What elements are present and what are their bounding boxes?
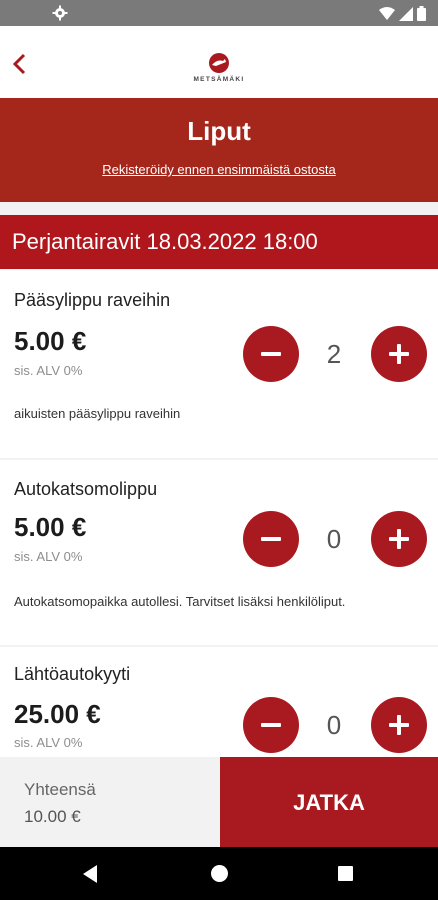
chevron-left-icon[interactable] bbox=[8, 52, 32, 76]
system-navigation-bar bbox=[0, 847, 438, 900]
decrease-quantity-button[interactable] bbox=[243, 697, 299, 753]
ticket-item: Autokatsomolippu 5.00 € sis. ALV 0% 0 Au… bbox=[0, 460, 438, 645]
system-icons bbox=[379, 6, 426, 21]
total-label: Yhteensä bbox=[24, 780, 96, 799]
decrease-quantity-button[interactable] bbox=[243, 511, 299, 567]
metsamaki-logo: METSÄMÄKI bbox=[184, 52, 254, 88]
recents-square-icon[interactable] bbox=[338, 866, 353, 881]
ticket-price: 25.00 € bbox=[14, 699, 101, 729]
home-circle-icon[interactable] bbox=[211, 865, 228, 882]
increase-quantity-button[interactable] bbox=[371, 511, 427, 567]
battery-icon bbox=[417, 6, 426, 21]
ticket-description: aikuisten pääsylippu raveihin bbox=[14, 406, 181, 421]
status-bar bbox=[0, 0, 438, 26]
hero-banner: Liput Rekisteröidy ennen ensimmäistä ost… bbox=[0, 98, 438, 202]
ticket-description: Autokatsomopaikka autollesi. Tarvitset l… bbox=[14, 594, 346, 609]
logo-wordmark: METSÄMÄKI bbox=[193, 76, 245, 83]
ticket-vat: sis. ALV 0% bbox=[14, 735, 83, 750]
back-triangle-icon[interactable] bbox=[83, 865, 97, 883]
app-bar: METSÄMÄKI bbox=[0, 26, 438, 98]
ticket-quantity: 0 bbox=[326, 710, 342, 740]
ticket-quantity: 2 bbox=[326, 339, 342, 369]
ticket-item: Pääsylippu raveihin 5.00 € sis. ALV 0% 2… bbox=[0, 270, 438, 458]
gear-icon bbox=[52, 5, 68, 21]
signal-icon bbox=[399, 6, 413, 21]
ticket-name: Lähtöautokyyti bbox=[14, 664, 131, 684]
increase-quantity-button[interactable] bbox=[371, 697, 427, 753]
continue-button[interactable]: JATKA bbox=[220, 757, 438, 847]
page-title: Liput bbox=[187, 116, 251, 146]
order-total: Yhteensä 10.00 € bbox=[0, 757, 220, 847]
decrease-quantity-button[interactable] bbox=[243, 326, 299, 382]
continue-label: JATKA bbox=[293, 790, 365, 815]
ticket-quantity: 0 bbox=[326, 524, 342, 554]
ticket-price: 5.00 € bbox=[14, 326, 87, 356]
wifi-icon bbox=[379, 6, 395, 20]
tickets-screen: METSÄMÄKI Liput Rekisteröidy ennen ensim… bbox=[0, 0, 438, 900]
ticket-name: Pääsylippu raveihin bbox=[14, 290, 171, 310]
logo-emblem-icon bbox=[209, 53, 229, 73]
event-title: Perjantairavit 18.03.2022 18:00 bbox=[12, 229, 318, 254]
total-value: 10.00 € bbox=[24, 807, 81, 826]
ticket-price: 5.00 € bbox=[14, 512, 87, 542]
ticket-vat: sis. ALV 0% bbox=[14, 549, 83, 564]
minus-icon bbox=[261, 723, 281, 727]
increase-quantity-button[interactable] bbox=[371, 326, 427, 382]
register-link[interactable]: Rekisteröidy ennen ensimmäistä ostosta bbox=[0, 162, 438, 177]
ticket-item: Lähtöautokyyti 25.00 € sis. ALV 0% 0 bbox=[0, 647, 438, 757]
minus-icon bbox=[261, 537, 281, 541]
minus-icon bbox=[261, 352, 281, 356]
event-header: Perjantairavit 18.03.2022 18:00 bbox=[0, 215, 438, 269]
ticket-name: Autokatsomolippu bbox=[14, 479, 158, 499]
ticket-vat: sis. ALV 0% bbox=[14, 363, 83, 378]
